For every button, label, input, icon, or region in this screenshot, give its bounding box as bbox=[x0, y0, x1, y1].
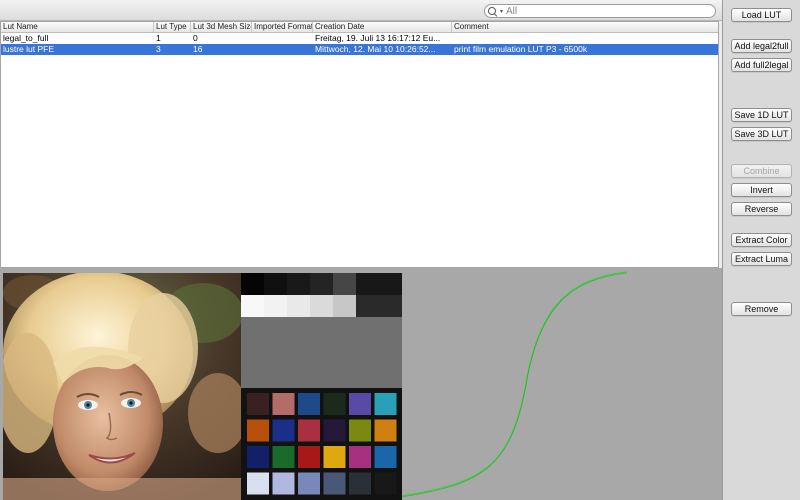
search-input[interactable] bbox=[506, 5, 707, 17]
search-icon[interactable] bbox=[488, 6, 497, 16]
gray-patch bbox=[287, 273, 311, 295]
color-patch bbox=[374, 393, 397, 415]
color-patch bbox=[247, 419, 269, 442]
reverse-button[interactable]: Reverse bbox=[731, 202, 792, 216]
color-patch bbox=[349, 472, 371, 495]
color-patch bbox=[323, 472, 346, 495]
gray-patch bbox=[379, 273, 402, 295]
cell-lut-type: 1 bbox=[156, 33, 161, 43]
lut-curve-graph bbox=[402, 271, 628, 498]
search-toolbar: ▾ bbox=[0, 0, 722, 21]
main-area: ▾ Lut Name Lut Type Lut 3d Mesh Size Imp… bbox=[0, 0, 722, 500]
cell-creation-date: Mittwoch, 12. Mai 10 10:26:52... bbox=[315, 44, 436, 54]
color-patch bbox=[247, 472, 269, 495]
side-panel: Load LUT Add legal2full Add full2legal S… bbox=[722, 0, 800, 500]
cell-lut-name: lustre lut PFE bbox=[3, 44, 55, 54]
combine-button[interactable]: Combine bbox=[731, 164, 792, 178]
gray-patch bbox=[333, 273, 357, 295]
color-patch bbox=[374, 446, 397, 468]
gray-patch bbox=[356, 273, 380, 295]
gray-patch bbox=[241, 273, 265, 295]
save-1d-lut-button[interactable]: Save 1D LUT bbox=[731, 108, 792, 122]
color-patch bbox=[298, 472, 320, 495]
gray-patch bbox=[333, 295, 357, 317]
column-header-comment[interactable]: Comment bbox=[452, 22, 718, 32]
color-patch bbox=[349, 393, 371, 415]
color-patch bbox=[298, 446, 320, 468]
cell-imported-format bbox=[252, 33, 313, 44]
preview-photo bbox=[3, 273, 241, 500]
table-row-selected[interactable]: lustre lut PFE 3 16 Mittwoch, 12. Mai 10… bbox=[1, 44, 718, 55]
color-patch bbox=[374, 419, 397, 442]
invert-button[interactable]: Invert bbox=[731, 183, 792, 197]
extract-luma-button[interactable]: Extract Luma bbox=[731, 252, 792, 266]
gray-patch bbox=[310, 273, 334, 295]
color-chart bbox=[241, 273, 402, 500]
color-patch bbox=[298, 393, 320, 415]
add-full2legal-button[interactable]: Add full2legal bbox=[731, 58, 792, 72]
cell-lut-name: legal_to_full bbox=[3, 33, 49, 43]
gray-patch bbox=[287, 295, 311, 317]
cell-mesh-size: 16 bbox=[193, 44, 203, 54]
table-header: Lut Name Lut Type Lut 3d Mesh Size Impor… bbox=[1, 22, 718, 33]
gray-patch bbox=[241, 295, 265, 317]
gray-patch bbox=[264, 295, 288, 317]
color-patch bbox=[247, 393, 269, 415]
cell-comment bbox=[452, 33, 718, 44]
gray-patch bbox=[379, 295, 402, 317]
add-legal2full-button[interactable]: Add legal2full bbox=[731, 39, 792, 53]
gray-patch bbox=[310, 295, 334, 317]
column-header-creation-date[interactable]: Creation Date bbox=[313, 22, 452, 32]
color-patch bbox=[272, 446, 295, 468]
load-lut-button[interactable]: Load LUT bbox=[731, 8, 792, 22]
column-header-lut-type[interactable]: Lut Type bbox=[154, 22, 191, 32]
chevron-down-icon[interactable]: ▾ bbox=[500, 8, 503, 15]
lut-table[interactable]: Lut Name Lut Type Lut 3d Mesh Size Impor… bbox=[0, 21, 719, 268]
cell-imported-format bbox=[252, 44, 313, 55]
remove-button[interactable]: Remove bbox=[731, 302, 792, 316]
column-header-mesh-size[interactable]: Lut 3d Mesh Size bbox=[191, 22, 252, 32]
color-patch bbox=[272, 393, 295, 415]
color-patch bbox=[349, 419, 371, 442]
cell-comment: print film emulation LUT P3 - 6500k bbox=[454, 44, 588, 54]
lut-curve bbox=[402, 271, 628, 497]
cell-lut-type: 3 bbox=[156, 44, 161, 54]
color-patch bbox=[272, 419, 295, 442]
color-patch bbox=[323, 446, 346, 468]
save-3d-lut-button[interactable]: Save 3D LUT bbox=[731, 127, 792, 141]
table-row[interactable]: legal_to_full 1 0 Freitag, 19. Juli 13 1… bbox=[1, 33, 718, 44]
color-patch bbox=[374, 472, 397, 495]
color-patch bbox=[247, 446, 269, 468]
color-patch bbox=[272, 472, 295, 495]
gray-patch bbox=[356, 295, 380, 317]
search-field[interactable]: ▾ bbox=[484, 4, 716, 18]
cell-creation-date: Freitag, 19. Juli 13 16:17:12 Eu... bbox=[315, 33, 441, 43]
column-header-imported-format[interactable]: Imported Format bbox=[252, 22, 313, 32]
color-patch bbox=[323, 419, 346, 442]
column-header-lut-name[interactable]: Lut Name bbox=[1, 22, 154, 32]
extract-color-button[interactable]: Extract Color bbox=[731, 233, 792, 247]
color-patch bbox=[323, 393, 346, 415]
cell-mesh-size: 0 bbox=[193, 33, 198, 43]
color-patch bbox=[349, 446, 371, 468]
gray-patch bbox=[264, 273, 288, 295]
lut-preview bbox=[0, 268, 722, 500]
color-patch bbox=[298, 419, 320, 442]
